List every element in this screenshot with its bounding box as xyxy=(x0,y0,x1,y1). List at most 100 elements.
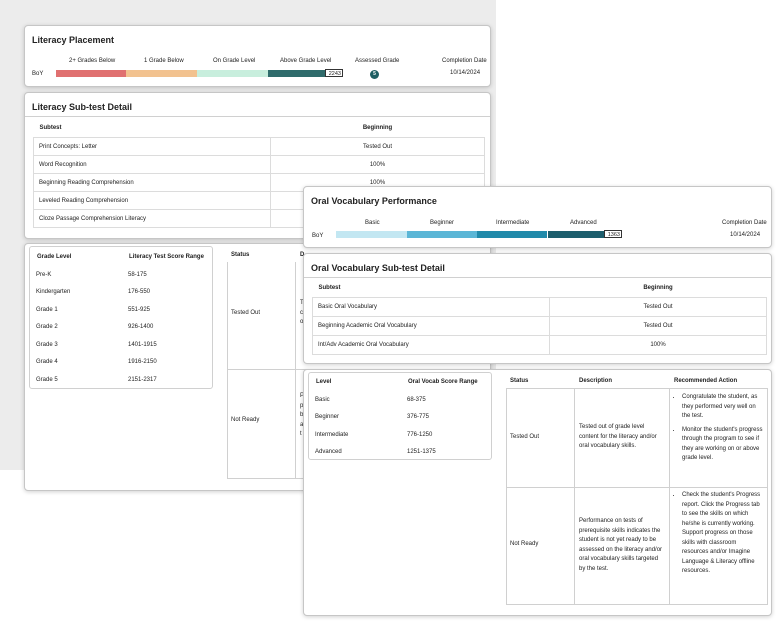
table-row: Beginning Academic Oral Vocabulary Tested… xyxy=(312,316,767,336)
level-bar-segment xyxy=(56,70,126,77)
table-row: Print Concepts: Letter Tested Out xyxy=(33,137,485,156)
status-tested-out: Tested Out xyxy=(510,434,540,440)
level-label: Intermediate xyxy=(496,220,530,226)
grade-level: Pre-K xyxy=(36,271,52,278)
level-label: Above Grade Level xyxy=(280,58,332,64)
completion-date-label: Completion Date xyxy=(722,220,767,226)
score-range: 1916-2150 xyxy=(128,359,157,366)
card-title: Literacy Sub-test Detail xyxy=(32,102,133,112)
action-item: Congratulate the student, as they perfor… xyxy=(682,393,764,422)
row-label: BoY xyxy=(32,71,44,77)
vocab-level: Intermediate xyxy=(315,431,349,438)
vocab-level: Beginner xyxy=(315,414,340,421)
status-header: Status xyxy=(510,378,529,384)
oral-vocab-performance-card: Oral Vocabulary Performance Basic Beginn… xyxy=(303,186,772,248)
recommended-action: Check the student's Progress report. Cli… xyxy=(672,491,764,581)
grade-range-table: Grade Level Literacy Test Score Range Pr… xyxy=(31,248,211,389)
divider xyxy=(227,262,228,478)
level-label: 2+ Grades Below xyxy=(69,58,116,64)
subtest-value: 100% xyxy=(270,155,485,174)
subtest-name: Basic Oral Vocabulary xyxy=(312,297,550,317)
card-title: Literacy Placement xyxy=(32,35,115,45)
subtest-name: Print Concepts: Letter xyxy=(33,137,271,156)
grade-level: Grade 4 xyxy=(36,359,58,366)
table-row: Intermediate 776-1250 xyxy=(310,426,490,444)
score-range: 2151-2317 xyxy=(128,376,157,383)
status-description: Performance on tests of prerequisite ski… xyxy=(579,518,663,572)
grade-level: Grade 1 xyxy=(36,306,58,313)
score-range: 1251-1375 xyxy=(407,449,436,456)
divider xyxy=(227,478,307,479)
table-row: Basic Oral Vocabulary Tested Out xyxy=(312,297,767,317)
level-bar-segment xyxy=(268,70,326,77)
column-header: Oral Vocab Score Range xyxy=(408,379,478,385)
level-label: Advanced xyxy=(570,220,597,226)
status-header: Status xyxy=(231,252,250,258)
score-marker: 2243 xyxy=(325,69,343,77)
assessed-grade-label: Assessed Grade xyxy=(355,58,400,64)
oral-ranges-card: Level Oral Vocab Score Range Basic 68-375… xyxy=(303,369,772,616)
score-range: 776-1250 xyxy=(407,431,433,438)
table-row: Int/Adv Academic Oral Vocabulary 100% xyxy=(312,335,767,355)
level-label: Basic xyxy=(365,220,380,226)
level-bar-segment xyxy=(477,231,547,238)
table-row: Grade 1 551-925 xyxy=(31,301,211,319)
grade-level: Grade 2 xyxy=(36,324,58,331)
completion-date: 10/14/2024 xyxy=(450,70,481,76)
subtest-name: Leveled Reading Comprehension xyxy=(33,191,271,210)
table-row: Basic 68-375 xyxy=(310,391,490,409)
level-label: On Grade Level xyxy=(213,58,256,64)
status-tested-out: Tested Out xyxy=(231,310,261,316)
table-row: Grade 5 2151-2317 xyxy=(31,371,211,389)
column-header: Grade Level xyxy=(37,254,72,260)
score-marker: 1363 xyxy=(604,230,622,238)
subtest-value: Tested Out xyxy=(549,297,767,317)
status-not-ready: Not Ready xyxy=(231,417,260,423)
table-row: Grade 3 1401-1915 xyxy=(31,336,211,354)
status-description: Tested out of grade level content for th… xyxy=(579,424,657,449)
action-item: Monitor the student's progress through t… xyxy=(682,426,764,464)
divider xyxy=(506,487,768,488)
divider xyxy=(767,388,768,604)
table-row: Grade 2 926-1400 xyxy=(31,319,211,337)
score-range: 551-925 xyxy=(128,306,151,313)
assessed-grade-badge: 5 xyxy=(370,70,379,79)
table-row: Advanced 1251-1375 xyxy=(310,444,490,462)
column-header: Literacy Test Score Range xyxy=(129,254,204,260)
completion-date-label: Completion Date xyxy=(442,58,487,64)
subtest-value: Tested Out xyxy=(549,316,767,336)
subtest-name: Int/Adv Academic Oral Vocabulary xyxy=(312,335,550,355)
status-not-ready: Not Ready xyxy=(510,541,539,547)
subtest-value: 100% xyxy=(549,335,767,355)
level-bar-segment xyxy=(197,70,268,77)
divider xyxy=(304,277,771,278)
score-range: 376-775 xyxy=(407,414,430,421)
subtest-value: Tested Out xyxy=(270,137,485,156)
oral-vocab-subtest-card: Oral Vocabulary Sub-test Detail Subtest … xyxy=(303,253,772,364)
column-header: Subtest xyxy=(39,125,62,131)
grade-level: Kindergarten xyxy=(36,289,71,296)
divider xyxy=(506,388,507,604)
column-header: Level xyxy=(316,379,332,385)
literacy-placement-card: Literacy Placement 2+ Grades Below 1 Gra… xyxy=(24,25,491,87)
divider xyxy=(574,388,575,604)
oral-subtest-table: Subtest Beginning Basic Oral Vocabulary T… xyxy=(312,279,767,355)
divider xyxy=(295,262,296,478)
level-label: Beginner xyxy=(430,220,455,226)
score-range: 176-550 xyxy=(128,289,151,296)
recommended-action: Congratulate the student, as they perfor… xyxy=(672,393,764,468)
vocab-level: Basic xyxy=(315,396,330,403)
row-label: BoY xyxy=(312,233,324,239)
level-bar-segment xyxy=(126,70,197,77)
subtest-name: Word Recognition xyxy=(33,155,271,174)
table-row: Pre-K 58-175 xyxy=(31,266,211,284)
subtest-name: Beginning Academic Oral Vocabulary xyxy=(312,316,550,336)
divider xyxy=(227,369,307,370)
divider xyxy=(669,388,670,604)
grade-level: Grade 5 xyxy=(36,376,58,383)
completion-date: 10/14/2024 xyxy=(730,232,761,238)
description-header: Description xyxy=(579,378,613,384)
table-row: Word Recognition 100% xyxy=(33,155,485,174)
column-header: Beginning xyxy=(643,285,673,291)
subtest-name: Cloze Passage Comprehension Literacy xyxy=(33,209,271,228)
